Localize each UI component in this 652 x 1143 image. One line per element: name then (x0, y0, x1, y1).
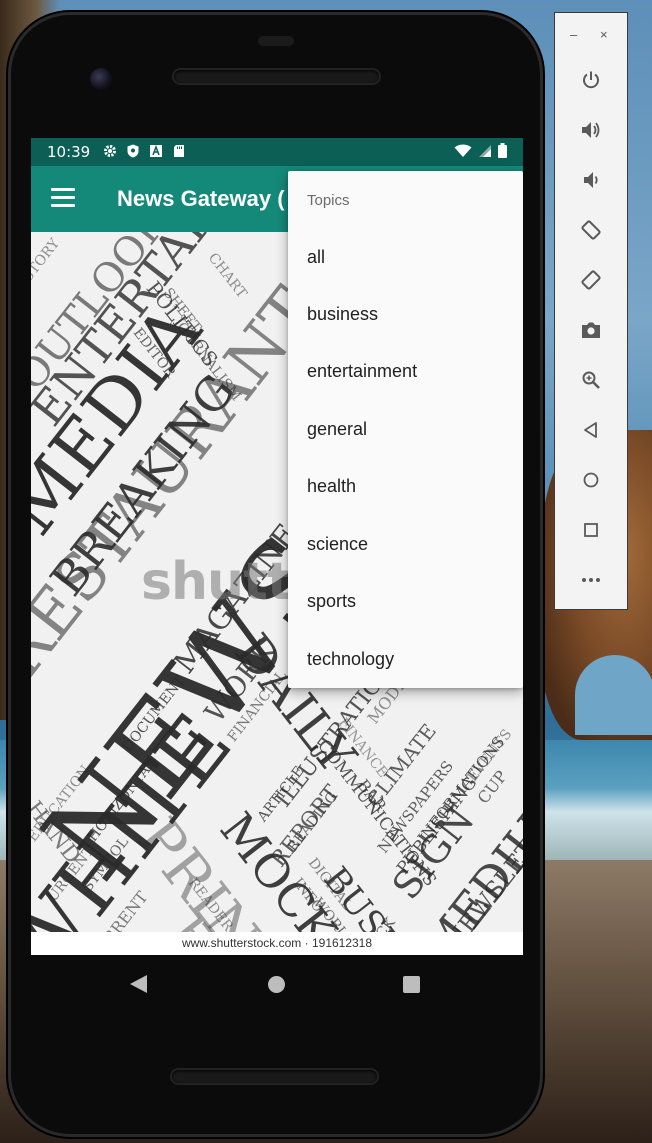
topics-menu-header: Topics (307, 192, 350, 209)
menu-item-health[interactable]: health (288, 458, 523, 515)
minimize-button[interactable]: – (570, 27, 577, 42)
signal-icon (478, 144, 492, 162)
more-icon[interactable] (578, 567, 604, 593)
image-caption: www.shutterstock.com · 191612318 (31, 932, 523, 955)
overview-icon[interactable] (578, 517, 604, 543)
back-icon[interactable] (578, 417, 604, 443)
sd-card-icon (172, 144, 186, 158)
menu-item-business[interactable]: business (288, 286, 523, 343)
home-icon[interactable] (268, 976, 285, 993)
zoom-icon[interactable] (578, 367, 604, 393)
battery-icon (498, 143, 507, 162)
menu-item-label: all (307, 247, 326, 267)
font-a-icon (149, 144, 163, 158)
menu-item-general[interactable]: general (288, 401, 523, 458)
status-notification-icons (103, 144, 186, 158)
rotate-left-icon[interactable] (578, 217, 604, 243)
top-speaker (174, 70, 379, 83)
menu-item-sports[interactable]: sports (288, 573, 523, 630)
rotate-right-icon[interactable] (578, 267, 604, 293)
emulator-window-controls: – × (555, 27, 627, 43)
phone-screen: 10:39 News Gateway (FINANCIAL WORK DAIL… (31, 138, 523, 955)
front-camera (90, 68, 112, 90)
menu-item-technology[interactable]: technology (288, 631, 523, 688)
menu-item-science[interactable]: science (288, 516, 523, 573)
menu-item-all[interactable]: all (288, 229, 523, 286)
recents-icon[interactable] (403, 976, 420, 993)
volume-down-icon[interactable] (578, 167, 604, 193)
menu-item-label: general (307, 419, 368, 439)
topics-menu: Topics all business entertainment genera… (288, 171, 523, 688)
home-icon[interactable] (578, 467, 604, 493)
phone-earpiece (258, 36, 294, 46)
power-icon[interactable] (578, 67, 604, 93)
gear-icon (103, 144, 117, 158)
hamburger-icon[interactable] (51, 188, 75, 208)
menu-item-label: health (307, 476, 357, 496)
menu-item-label: technology (307, 649, 395, 669)
bottom-speaker (172, 1070, 377, 1083)
menu-item-label: sports (307, 591, 357, 611)
app-title: News Gateway ( (117, 186, 285, 211)
back-icon[interactable] (130, 975, 147, 993)
status-time: 10:39 (47, 143, 91, 161)
wifi-icon (454, 144, 472, 162)
status-system-icons (454, 143, 507, 162)
emulator-toolbar: – × (554, 12, 628, 610)
menu-item-label: science (307, 534, 369, 554)
menu-item-entertainment[interactable]: entertainment (288, 343, 523, 400)
volume-up-icon[interactable] (578, 117, 604, 143)
collage-word: CHART (204, 250, 250, 302)
shield-icon (126, 144, 140, 158)
camera-icon[interactable] (578, 317, 604, 343)
status-bar: 10:39 (31, 138, 523, 166)
close-button[interactable]: × (600, 27, 608, 42)
collage-word: STORY (31, 235, 63, 285)
menu-item-label: business (307, 304, 379, 324)
android-nav-bar (31, 955, 523, 1013)
menu-item-label: entertainment (307, 361, 418, 381)
wallpaper-rock-arch (575, 655, 652, 735)
